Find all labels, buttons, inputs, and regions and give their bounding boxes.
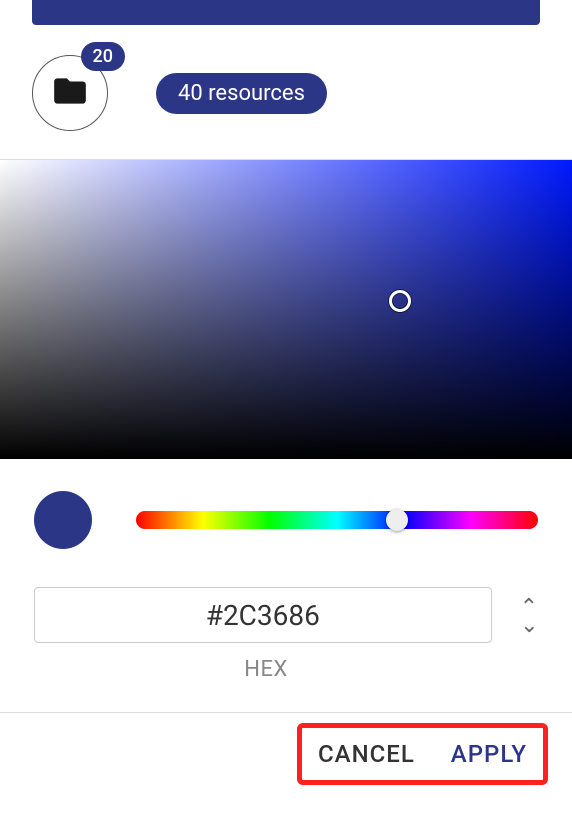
format-stepper[interactable]: ⌃ ⌃ — [520, 601, 538, 629]
hue-thumb[interactable] — [386, 509, 408, 531]
format-label: HEX — [34, 649, 498, 712]
accent-bar — [32, 0, 540, 25]
chevron-down-icon[interactable]: ⌃ — [520, 615, 538, 629]
saturation-value-panel[interactable] — [0, 159, 572, 459]
folder-row: 20 40 resources — [32, 25, 540, 159]
swatch-row — [0, 459, 572, 569]
resources-pill[interactable]: 40 resources — [156, 73, 327, 114]
action-button-group: CANCEL APPLY — [297, 723, 548, 785]
folder-icon — [51, 72, 89, 114]
sv-thumb[interactable] — [389, 290, 411, 312]
color-swatch — [34, 491, 92, 549]
hue-slider[interactable] — [136, 511, 538, 529]
apply-button[interactable]: APPLY — [451, 740, 527, 768]
cancel-button[interactable]: CANCEL — [318, 740, 415, 768]
footer: CANCEL APPLY — [0, 712, 572, 794]
hex-input[interactable] — [34, 587, 492, 643]
folder-badge: 20 — [81, 42, 125, 71]
folder-button[interactable]: 20 — [32, 55, 108, 131]
hex-row: ⌃ ⌃ — [0, 569, 572, 649]
